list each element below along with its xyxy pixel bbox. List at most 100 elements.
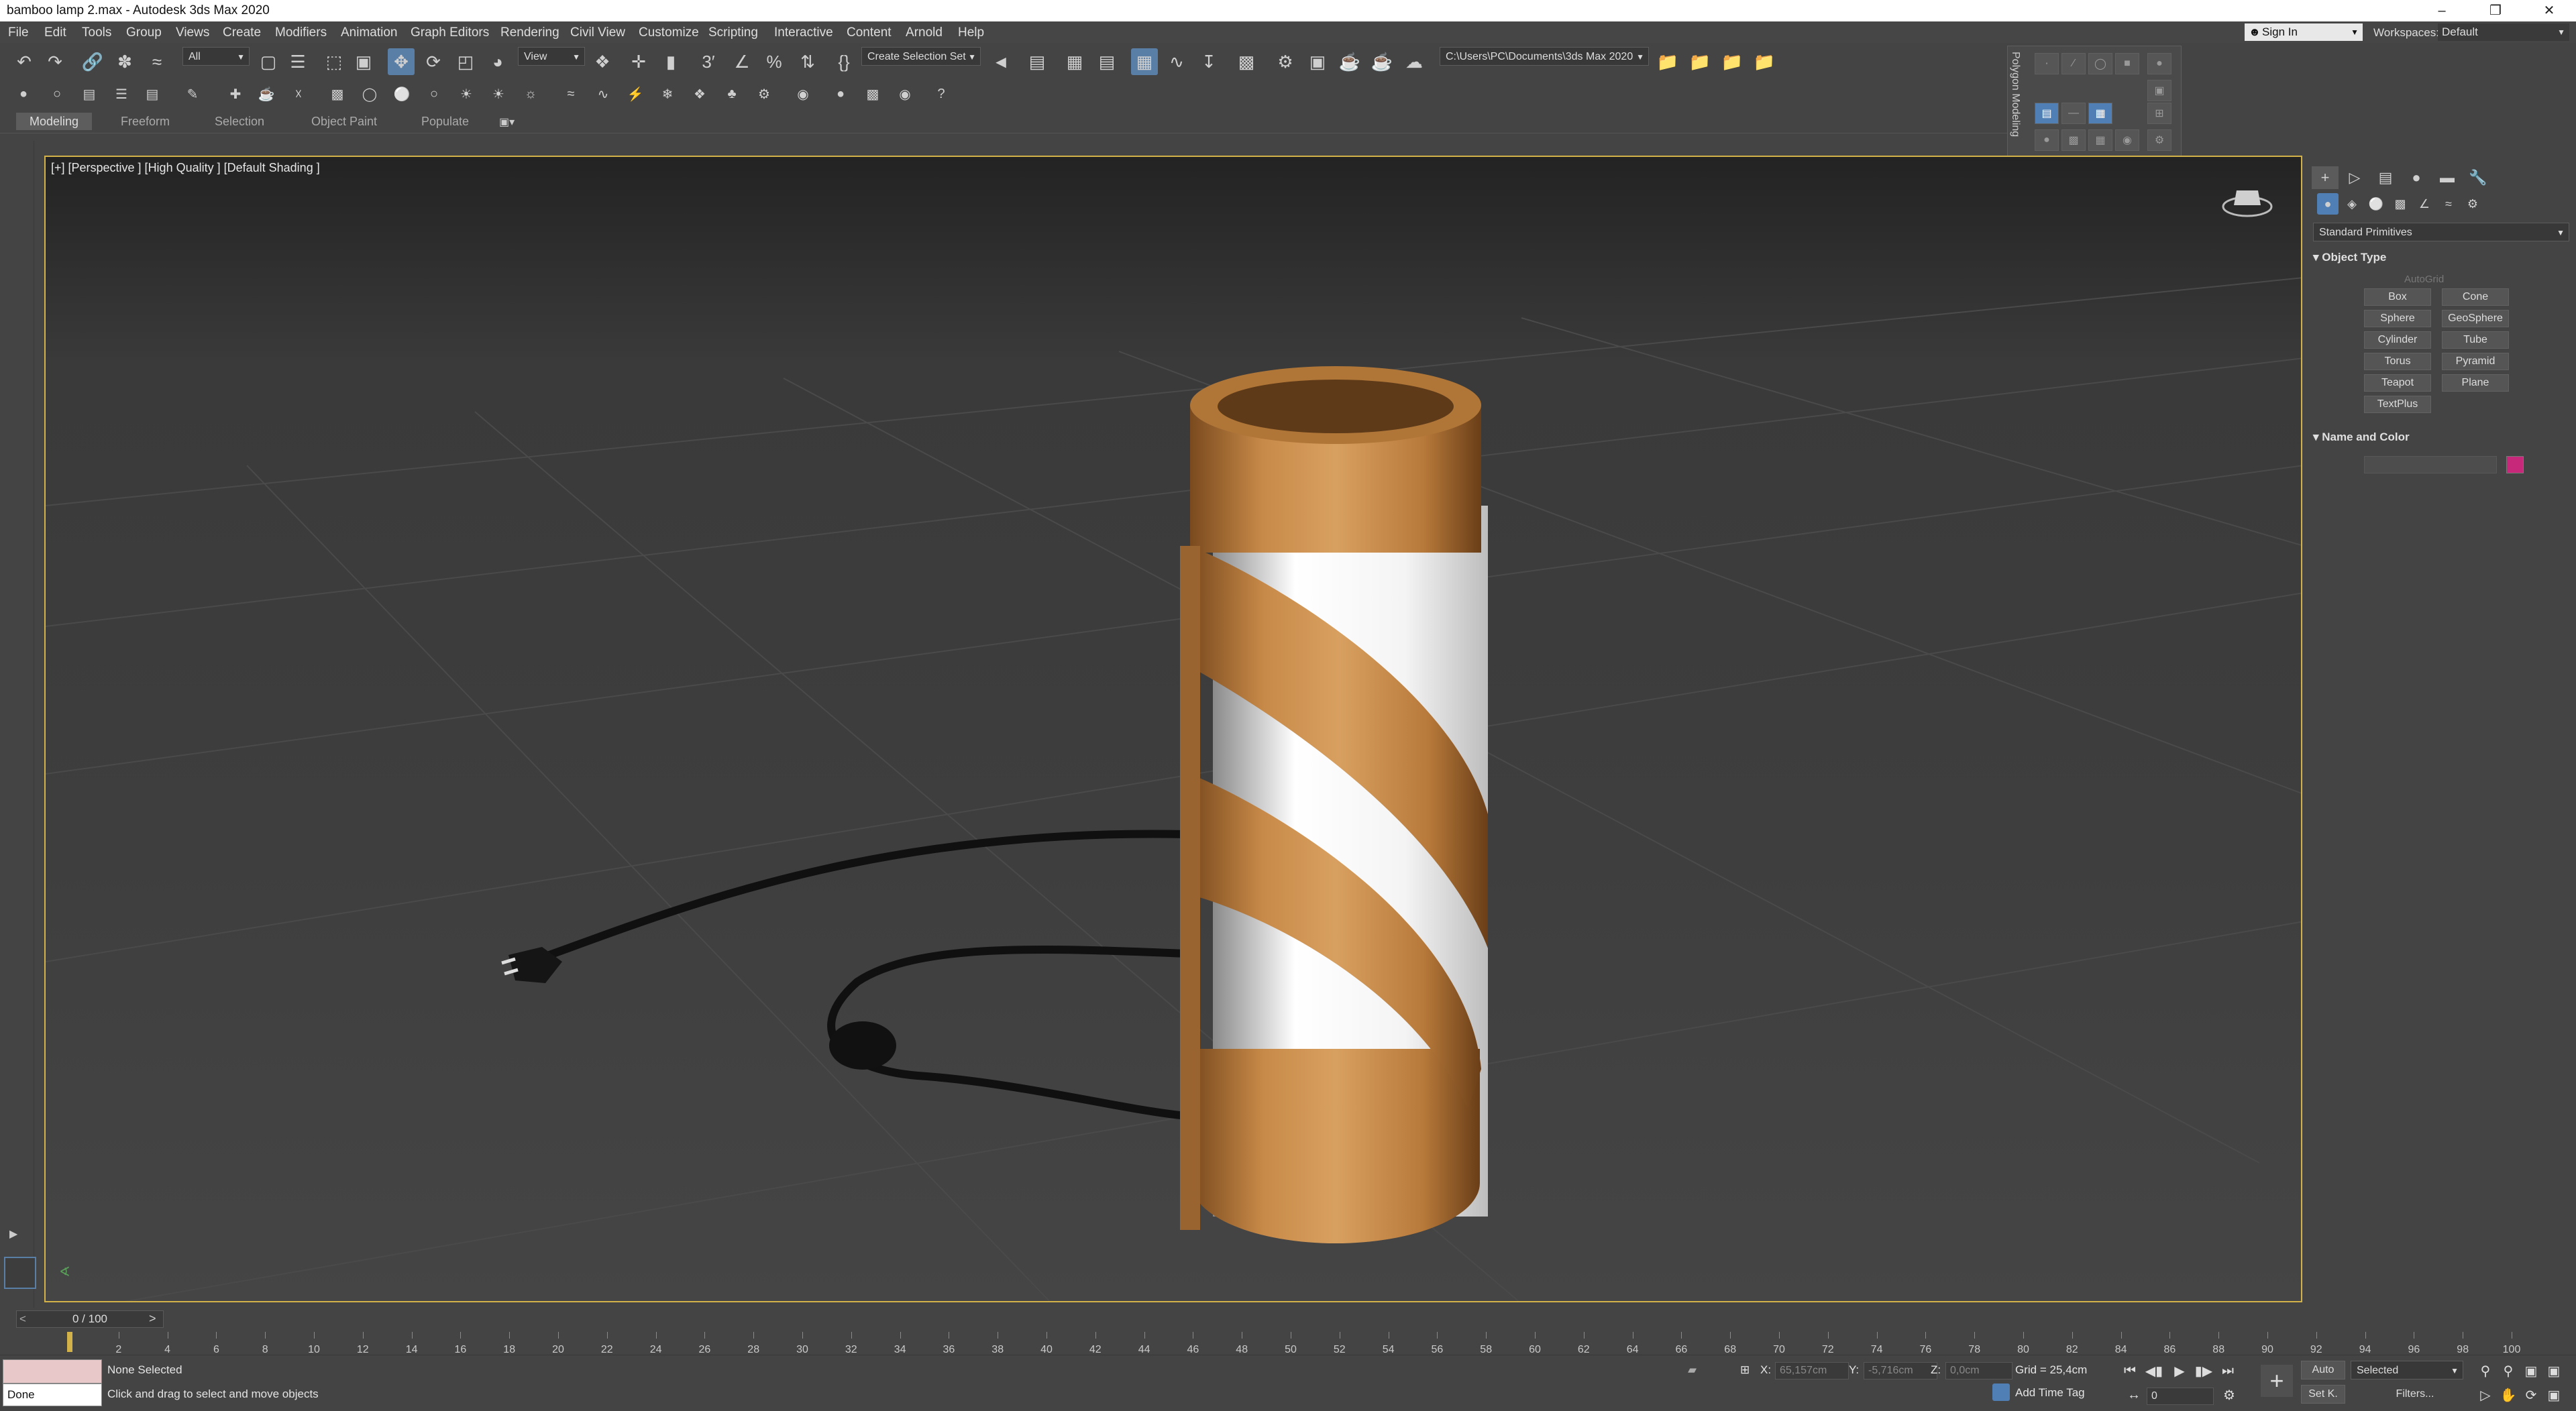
autogrid-checkbox[interactable]: AutoGrid <box>2404 274 2444 285</box>
polygon-icon[interactable]: ■ <box>2115 53 2139 74</box>
object-color-swatch[interactable] <box>2506 456 2524 473</box>
scene-explorer-icon[interactable]: ▦ <box>1061 48 1088 75</box>
menu-animation[interactable]: Animation <box>341 25 398 40</box>
list-icon[interactable]: ☰ <box>110 82 133 105</box>
project-new-icon[interactable]: 📁 <box>1686 48 1713 75</box>
dock-icon[interactable]: ▣ <box>2147 80 2171 101</box>
schematic-view-icon[interactable]: ↧ <box>1195 48 1222 75</box>
lasso-icon[interactable]: ○ <box>46 82 68 105</box>
selection-filter-dropdown[interactable]: All ▼ <box>182 47 250 66</box>
set-key-button[interactable]: Set K. <box>2301 1385 2345 1404</box>
object-type-rollout[interactable]: ▾ Object Type <box>2313 248 2571 267</box>
maxscript-mini-listener[interactable] <box>3 1359 102 1384</box>
menu-help[interactable]: Help <box>958 25 984 40</box>
create-tab-icon[interactable]: + <box>2312 166 2339 189</box>
y-coordinate-field[interactable]: -5,716cm <box>1864 1362 1937 1379</box>
menu-rendering[interactable]: Rendering <box>500 25 559 40</box>
gear-icon[interactable]: ⚙ <box>753 82 775 105</box>
modify-tab-icon[interactable]: ▷ <box>2341 166 2368 189</box>
material-icon[interactable]: ▩ <box>861 82 884 105</box>
zoom-extents-icon[interactable]: ▣ <box>2521 1361 2541 1381</box>
name-and-color-rollout[interactable]: ▾ Name and Color <box>2313 428 2571 447</box>
cylinder-primitive-icon[interactable]: ◯ <box>358 82 381 105</box>
stack-icon[interactable]: ▤ <box>141 82 164 105</box>
menu-civil-view[interactable]: Civil View <box>570 25 625 40</box>
sphere-primitive-icon[interactable]: ⚪ <box>390 82 413 105</box>
time-slider[interactable]: < 0 / 100 <box>16 1310 164 1328</box>
light-icon[interactable]: ☀ <box>455 82 478 105</box>
set-key-icon[interactable]: + <box>2261 1365 2293 1397</box>
menu-edit[interactable]: Edit <box>44 25 66 40</box>
transform-mode-icon[interactable]: ⊞ <box>1740 1363 1750 1377</box>
menu-file[interactable]: File <box>8 25 29 40</box>
tree-icon[interactable]: ♣ <box>720 82 743 105</box>
angle-snap-icon[interactable]: ∠ <box>729 48 755 75</box>
tab-freeform[interactable]: Freeform <box>107 113 183 130</box>
layer-icon[interactable]: ▤ <box>78 82 101 105</box>
orbit-icon[interactable]: ⟳ <box>2521 1385 2541 1405</box>
expand-arrow-icon[interactable]: ▶ <box>9 1227 17 1241</box>
helper-icon[interactable]: ❖ <box>688 82 711 105</box>
geometry-category-icon[interactable]: ● <box>2317 193 2339 215</box>
close-button[interactable]: ✕ <box>2522 0 2576 21</box>
expand-icon[interactable]: ⊞ <box>2147 103 2171 124</box>
select-by-name-icon[interactable]: ☰ <box>284 48 311 75</box>
spinner-snap-icon[interactable]: ⇅ <box>794 48 821 75</box>
cone-button[interactable]: Cone <box>2442 288 2509 306</box>
key-filters-button[interactable]: Filters... <box>2361 1385 2469 1404</box>
sun-icon[interactable]: ☼ <box>519 82 542 105</box>
pyramid-button[interactable]: Pyramid <box>2442 353 2509 370</box>
workspace-dropdown[interactable]: Default ▼ <box>2438 23 2569 41</box>
layer-explorer-icon[interactable]: ▤ <box>1093 48 1120 75</box>
spacewarps-category-icon[interactable]: ≈ <box>2438 193 2459 215</box>
omni-light-icon[interactable]: ☀ <box>487 82 510 105</box>
tab-selection[interactable]: Selection <box>201 113 278 130</box>
time-next-icon[interactable]: > <box>149 1312 156 1326</box>
teapot-icon[interactable]: ☕ <box>255 82 278 105</box>
torus-button[interactable]: Torus <box>2364 353 2431 370</box>
curve-editor-icon[interactable]: ∿ <box>1163 48 1190 75</box>
torus-primitive-icon[interactable]: ○ <box>423 82 445 105</box>
bone-icon[interactable]: ⚡ <box>624 82 647 105</box>
hierarchy-tab-icon[interactable]: ▤ <box>2372 166 2399 189</box>
pivot-center-icon[interactable]: ❖ <box>589 48 616 75</box>
unlink-icon[interactable]: ✽ <box>111 48 138 75</box>
render-in-cloud-icon[interactable]: ☁ <box>1401 48 1428 75</box>
cameras-category-icon[interactable]: ▩ <box>2390 193 2411 215</box>
undo-icon[interactable]: ↶ <box>11 48 38 75</box>
helpers-category-icon[interactable]: ∠ <box>2414 193 2435 215</box>
snap-icon[interactable]: ● <box>12 82 35 105</box>
isolate-icon[interactable]: ▰ <box>1688 1363 1697 1377</box>
material-editor-icon[interactable]: ▩ <box>1233 48 1260 75</box>
settings-tool-icon[interactable]: ⚙ <box>2147 129 2171 151</box>
box-button[interactable]: Box <box>2364 288 2431 306</box>
zoom-icon[interactable]: ⚲ <box>2475 1361 2496 1381</box>
auto-key-button[interactable]: Auto <box>2301 1361 2345 1379</box>
element-icon[interactable]: ● <box>2147 53 2171 74</box>
help-icon[interactable]: ? <box>930 82 953 105</box>
zoom-all-icon[interactable]: ⚲ <box>2498 1361 2518 1381</box>
select-rotate-icon[interactable]: ⟳ <box>420 48 447 75</box>
x-coordinate-field[interactable]: 65,157cm <box>1775 1362 1849 1379</box>
camera-icon[interactable]: ◉ <box>792 82 814 105</box>
particle-icon[interactable]: ❄ <box>656 82 679 105</box>
render-iterative-icon[interactable]: ☕ <box>1368 48 1395 75</box>
menu-views[interactable]: Views <box>176 25 209 40</box>
systems-category-icon[interactable]: ⚙ <box>2462 193 2483 215</box>
reference-coord-dropdown[interactable]: View ▼ <box>518 47 585 66</box>
ribbon-options-icon[interactable]: ▣▾ <box>499 115 515 129</box>
sphere-tool-icon[interactable]: ● <box>2035 129 2059 151</box>
teapot-button[interactable]: Teapot <box>2364 374 2431 392</box>
named-selection-dropdown[interactable]: Create Selection Set ▼ <box>861 47 981 66</box>
manipulate-icon[interactable]: ✛ <box>625 48 652 75</box>
menu-graph-editors[interactable]: Graph Editors <box>411 25 489 40</box>
viewcube-icon[interactable] <box>2220 182 2274 223</box>
track-bar[interactable]: 2 4 6 8 10 12 14 16 18 20 22 24 26 28 30 32 34 36 38 40 42 44… <box>44 1332 2526 1355</box>
modify-mode-icon[interactable]: ▤ <box>2035 103 2059 124</box>
render-dot-icon[interactable]: ◉ <box>894 82 916 105</box>
render-sphere-icon[interactable]: ● <box>829 82 852 105</box>
box-primitive-icon[interactable]: ▩ <box>326 82 349 105</box>
add-time-tag-button[interactable]: Add Time Tag <box>2015 1386 2085 1400</box>
percent-snap-icon[interactable]: % <box>761 48 788 75</box>
keyboard-shortcut-icon[interactable]: ▮ <box>657 48 684 75</box>
